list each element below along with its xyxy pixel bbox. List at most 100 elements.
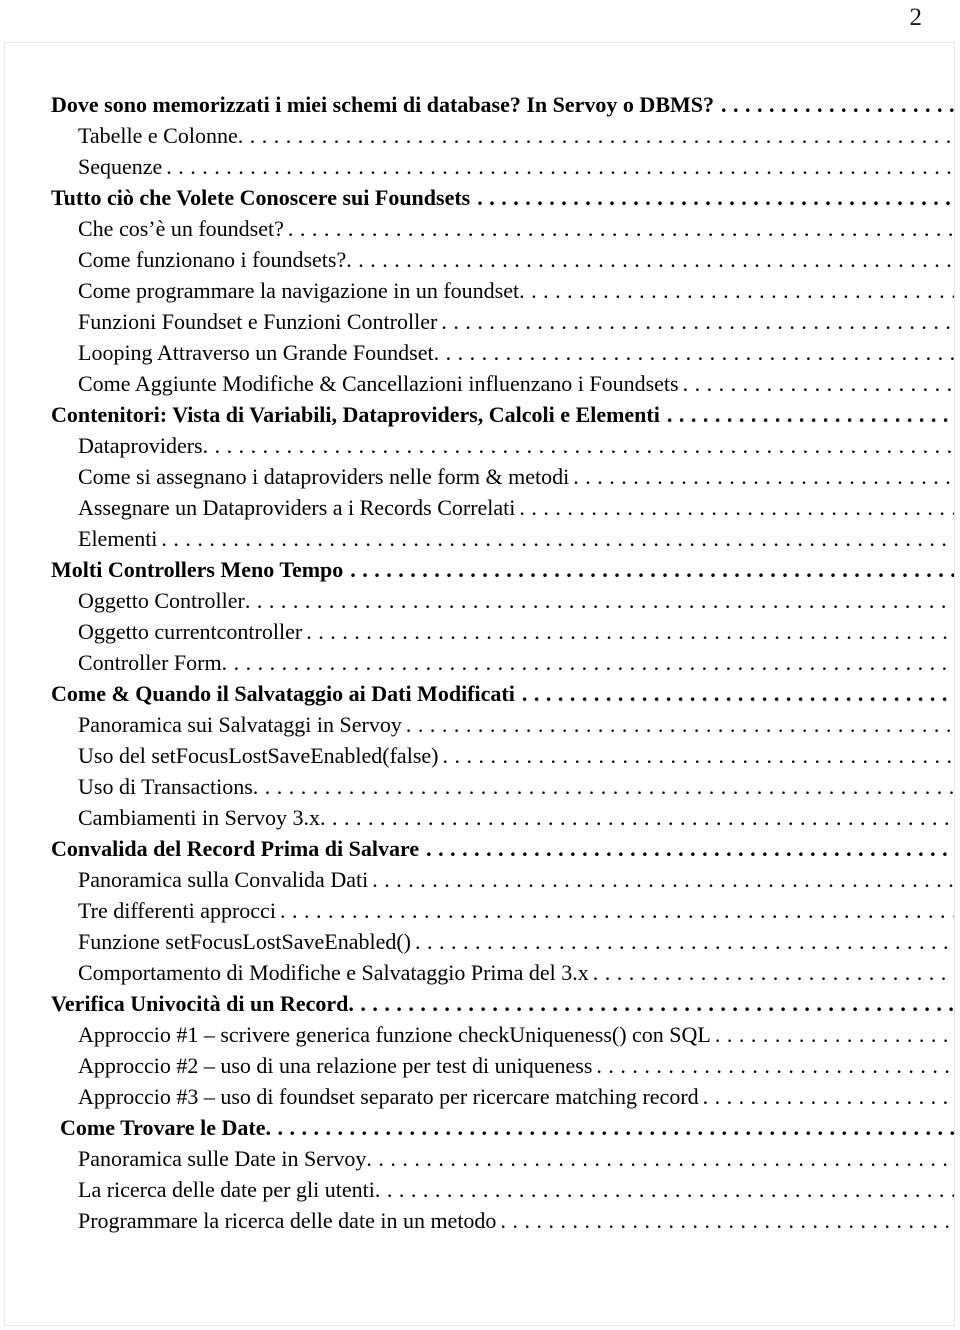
toc-entry-label: Programmare la ricerca delle date in un …	[78, 1208, 497, 1233]
toc-entry-label: Cambiamenti in Servoy 3.x	[78, 805, 320, 830]
toc-dot-leader: . . . . . . . . . . . . . . . . . . . . …	[405, 712, 954, 737]
toc-entry-label: Come & Quando il Salvataggio ai Dati Mod…	[51, 681, 515, 706]
toc-entry-label: Elementi	[78, 526, 158, 551]
toc-dot-leader: . . . . . . . . . . . . . . . . . . . . …	[415, 929, 954, 954]
toc-dot-leader: . . . . . . . . . . . . . . . . . . . . …	[265, 1115, 954, 1140]
toc-entry-label: Comportamento di Modifiche e Salvataggio…	[78, 960, 589, 985]
toc-dot-leader: . . . . . . . . . . . . . . . . . . . . …	[237, 123, 954, 148]
toc-dot-leader: . . . . . . . . . . . . . . . . . . . . …	[366, 1146, 954, 1171]
toc-dot-leader: . . . . . . . . . . . . . . . . . . . . …	[252, 774, 954, 799]
toc-entry[interactable]: Funzione setFocusLostSaveEnabled(). . . …	[5, 926, 954, 957]
toc-entry[interactable]: Elementi. . . . . . . . . . . . . . . . …	[5, 523, 954, 554]
toc-entry[interactable]: Comportamento di Modifiche e Salvataggio…	[5, 957, 954, 988]
toc-dot-leader: . . . . . . . . . . . . . . . . . . . . …	[348, 991, 954, 1016]
toc-entry[interactable]: Tre differenti approcci. . . . . . . . .…	[5, 895, 954, 926]
toc-entry-label: Dataproviders	[78, 433, 203, 458]
toc-entry-label: Dove sono memorizzati i miei schemi di d…	[51, 92, 714, 117]
toc-entry-label: Funzioni Foundset e Funzioni Controller	[78, 309, 438, 334]
toc-entry-label: Tabelle e Colonne	[78, 123, 238, 148]
toc-dot-leader: . . . . . . . . . . . . . . . . . . . . …	[306, 619, 954, 644]
toc-entry-label: Come Trovare le Date	[60, 1115, 266, 1140]
toc-entry[interactable]: Come programmare la navigazione in un fo…	[5, 275, 954, 306]
toc-dot-leader: . . . . . . . . . . . . . . . . . . . . …	[592, 960, 954, 985]
toc-entry[interactable]: La ricerca delle date per gli utenti. . …	[5, 1174, 954, 1205]
page-number: 2	[909, 4, 923, 31]
toc-entry[interactable]: Oggetto Controller. . . . . . . . . . . …	[5, 585, 954, 616]
toc-entry[interactable]: Come & Quando il Salvataggio ai Dati Mod…	[5, 678, 954, 709]
toc-entry-label: Panoramica sulla Convalida Dati	[78, 867, 369, 892]
toc-entry-label: Molti Controllers Meno Tempo	[51, 557, 344, 582]
toc-entry[interactable]: Verifica Univocità di un Record. . . . .…	[5, 988, 954, 1019]
toc-dot-leader: . . . . . . . . . . . . . . . . . . . . …	[287, 216, 954, 241]
toc-entry-label: Contenitori: Vista di Variabili, Datapro…	[51, 402, 660, 427]
toc-entry[interactable]: Tutto ciò che Volete Conoscere sui Found…	[5, 182, 954, 213]
toc-entry-label: Oggetto currentcontroller	[78, 619, 303, 644]
toc-entry-label: Convalida del Record Prima di Salvare	[51, 836, 420, 861]
toc-entry[interactable]: Come Trovare le Date. . . . . . . . . . …	[5, 1112, 954, 1143]
toc-entry[interactable]: Panoramica sui Salvataggi in Servoy. . .…	[5, 709, 954, 740]
toc-dot-leader: . . . . . . . . . . . . . . . . . . . . …	[161, 526, 954, 551]
toc-dot-leader: . . . . . . . . . . . . . . . . . . . . …	[596, 1053, 954, 1078]
toc-dot-leader: . . . . . . . . . . . . . . . . . . . . …	[500, 1208, 954, 1233]
toc-entry[interactable]: Controller Form. . . . . . . . . . . . .…	[5, 647, 954, 678]
page-frame: Dove sono memorizzati i miei schemi di d…	[4, 42, 955, 1326]
toc-entry[interactable]: Approccio #2 – uso di una relazione per …	[5, 1050, 954, 1081]
toc-entry-label: Uso di Transactions	[78, 774, 253, 799]
toc-entry[interactable]: Panoramica sulle Date in Servoy. . . . .…	[5, 1143, 954, 1174]
toc-dot-leader: . . . . . . . . . . . . . . . . . . . . …	[279, 898, 954, 923]
toc-dot-leader: . . . . . . . . . . . . . . . . . . . . …	[374, 1177, 954, 1202]
toc-dot-leader: . . . . . . . . . . . . . . . . . . . . …	[350, 557, 954, 582]
toc-entry[interactable]: Uso del setFocusLostSaveEnabled(false). …	[5, 740, 954, 771]
toc-dot-leader: . . . . . . . . . . . . . . . . . . . . …	[202, 433, 954, 458]
toc-entry-label: Come Aggiunte Modifiche & Cancellazioni …	[78, 371, 679, 396]
toc-entry[interactable]: Molti Controllers Meno Tempo. . . . . . …	[5, 554, 954, 585]
toc-entry-label: Approccio #3 – uso di foundset separato …	[78, 1084, 699, 1109]
toc-dot-leader: . . . . . . . . . . . . . . . . . . . . …	[714, 1022, 954, 1047]
toc-entry[interactable]: Funzioni Foundset e Funzioni Controller.…	[5, 306, 954, 337]
toc-entry[interactable]: Come si assegnano i dataproviders nelle …	[5, 461, 954, 492]
table-of-contents: Dove sono memorizzati i miei schemi di d…	[5, 43, 954, 1236]
toc-dot-leader: . . . . . . . . . . . . . . . . . . . . …	[702, 1084, 954, 1109]
toc-entry[interactable]: Contenitori: Vista di Variabili, Datapro…	[5, 399, 954, 430]
toc-entry[interactable]: Dove sono memorizzati i miei schemi di d…	[5, 89, 954, 120]
toc-entry-label: Come programmare la navigazione in un fo…	[78, 278, 520, 303]
toc-dot-leader: . . . . . . . . . . . . . . . . . . . . …	[721, 92, 954, 117]
toc-dot-leader: . . . . . . . . . . . . . . . . . . . . …	[573, 464, 954, 489]
toc-dot-leader: . . . . . . . . . . . . . . . . . . . . …	[666, 402, 954, 427]
toc-dot-leader: . . . . . . . . . . . . . . . . . . . . …	[433, 340, 954, 365]
toc-entry[interactable]: Come funzionano i foundsets?. . . . . . …	[5, 244, 954, 275]
toc-entry[interactable]: Cambiamenti in Servoy 3.x. . . . . . . .…	[5, 802, 954, 833]
toc-entry[interactable]: Approccio #3 – uso di foundset separato …	[5, 1081, 954, 1112]
toc-dot-leader: . . . . . . . . . . . . . . . . . . . . …	[521, 681, 954, 706]
toc-entry[interactable]: Come Aggiunte Modifiche & Cancellazioni …	[5, 368, 954, 399]
toc-entry[interactable]: Tabelle e Colonne. . . . . . . . . . . .…	[5, 120, 954, 151]
toc-entry-label: Uso del setFocusLostSaveEnabled(false)	[78, 743, 439, 768]
toc-entry[interactable]: Uso di Transactions. . . . . . . . . . .…	[5, 771, 954, 802]
toc-dot-leader: . . . . . . . . . . . . . . . . . . . . …	[244, 588, 954, 613]
toc-entry[interactable]: Programmare la ricerca delle date in un …	[5, 1205, 954, 1236]
page-header: 2	[0, 0, 960, 42]
toc-dot-leader: . . . . . . . . . . . . . . . . . . . . …	[166, 154, 954, 179]
toc-entry-label: Tutto ciò che Volete Conoscere sui Found…	[51, 185, 471, 210]
toc-entry[interactable]: Convalida del Record Prima di Salvare. .…	[5, 833, 954, 864]
toc-dot-leader: . . . . . . . . . . . . . . . . . . . . …	[519, 278, 954, 303]
toc-entry[interactable]: Approccio #1 – scrivere generica funzion…	[5, 1019, 954, 1050]
toc-entry[interactable]: Dataproviders. . . . . . . . . . . . . .…	[5, 430, 954, 461]
toc-entry-label: Come si assegnano i dataproviders nelle …	[78, 464, 570, 489]
toc-entry[interactable]: Looping Attraverso un Grande Foundset. .…	[5, 337, 954, 368]
toc-dot-leader: . . . . . . . . . . . . . . . . . . . . …	[346, 247, 954, 272]
toc-entry-label: Assegnare un Dataproviders a i Records C…	[78, 495, 516, 520]
toc-entry-label: La ricerca delle date per gli utenti	[78, 1177, 375, 1202]
toc-dot-leader: . . . . . . . . . . . . . . . . . . . . …	[372, 867, 954, 892]
toc-dot-leader: . . . . . . . . . . . . . . . . . . . . …	[519, 495, 954, 520]
toc-dot-leader: . . . . . . . . . . . . . . . . . . . . …	[221, 650, 954, 675]
toc-entry-label: Come funzionano i foundsets?	[78, 247, 347, 272]
toc-entry[interactable]: Assegnare un Dataproviders a i Records C…	[5, 492, 954, 523]
toc-entry[interactable]: Che cos’è un foundset?. . . . . . . . . …	[5, 213, 954, 244]
toc-entry[interactable]: Oggetto currentcontroller. . . . . . . .…	[5, 616, 954, 647]
toc-entry[interactable]: Panoramica sulla Convalida Dati. . . . .…	[5, 864, 954, 895]
toc-dot-leader: . . . . . . . . . . . . . . . . . . . . …	[442, 743, 954, 768]
toc-entry[interactable]: Sequenze. . . . . . . . . . . . . . . . …	[5, 151, 954, 182]
toc-dot-leader: . . . . . . . . . . . . . . . . . . . . …	[477, 185, 954, 210]
toc-entry-label: Funzione setFocusLostSaveEnabled()	[78, 929, 411, 954]
